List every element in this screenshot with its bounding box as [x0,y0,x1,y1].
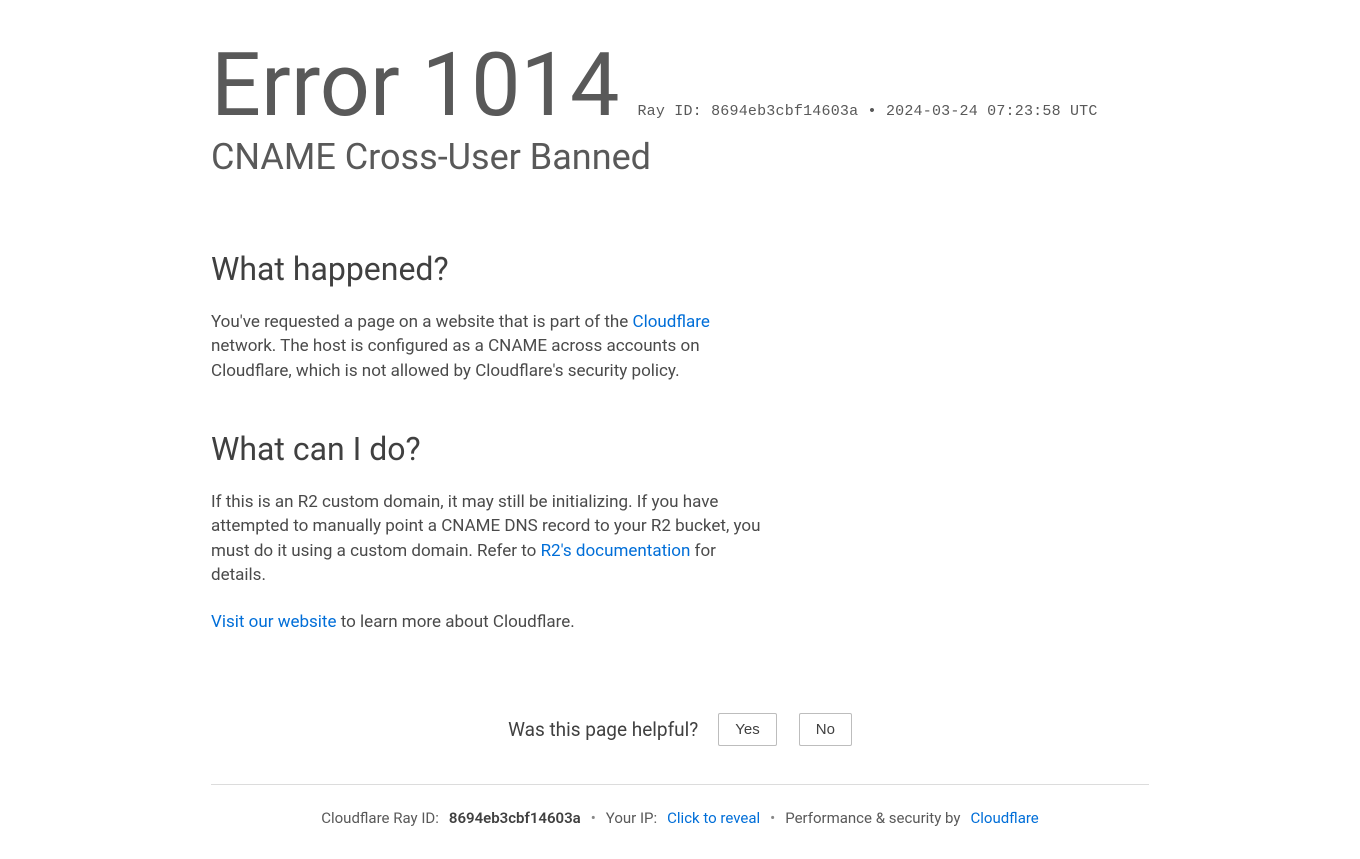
bullet-sep: • [868,103,877,120]
feedback-question: Was this page helpful? [508,718,698,741]
section-what-happened-body: You've requested a page on a website tha… [211,310,771,384]
footer-ip-label: Your IP: [606,809,657,827]
footer: Cloudflare Ray ID: 8694eb3cbf14603a • Yo… [211,809,1149,859]
click-to-reveal-link[interactable]: Click to reveal [667,809,760,827]
ray-id-value: 8694eb3cbf14603a [711,103,858,120]
footer-ray-label: Cloudflare Ray ID: [321,809,439,827]
r2-docs-link[interactable]: R2's documentation [541,541,691,561]
wcid-para-2: Visit our website to learn more about Cl… [211,610,771,635]
error-title: Error 1014 [211,42,619,130]
section-what-happened-title: What happened? [211,250,1149,288]
error-code-number: 1014 [422,34,620,137]
footer-dot-1: • [591,809,596,827]
header-row: Error 1014 Ray ID: 8694eb3cbf14603a • 20… [211,0,1149,130]
error-word: Error [211,34,400,137]
error-subtitle: CNAME Cross-User Banned [211,138,1149,178]
section-what-can-i-do-title: What can I do? [211,430,1149,468]
feedback-no-button[interactable]: No [799,713,852,746]
timestamp: 2024-03-24 07:23:58 UTC [886,103,1098,120]
ray-id-line: Ray ID: 8694eb3cbf14603a • 2024-03-24 07… [637,103,1097,120]
footer-perf-label: Performance & security by [785,809,960,827]
footer-separator [211,784,1149,785]
footer-cloudflare-link[interactable]: Cloudflare [970,809,1038,827]
wh-text-after: network. The host is configured as a CNA… [211,336,700,381]
footer-dot-2: • [770,809,775,827]
wh-text-before: You've requested a page on a website tha… [211,312,633,332]
feedback-yes-button[interactable]: Yes [718,713,776,746]
cloudflare-link[interactable]: Cloudflare [633,312,710,332]
ray-id-prefix: Ray ID: [637,103,701,120]
wcid-para-1: If this is an R2 custom domain, it may s… [211,490,771,589]
feedback-row: Was this page helpful? Yes No [211,713,1149,746]
visit-website-link[interactable]: Visit our website [211,612,337,632]
footer-ray-id: 8694eb3cbf14603a [449,809,581,827]
wcid-p2-after: to learn more about Cloudflare. [337,612,575,632]
